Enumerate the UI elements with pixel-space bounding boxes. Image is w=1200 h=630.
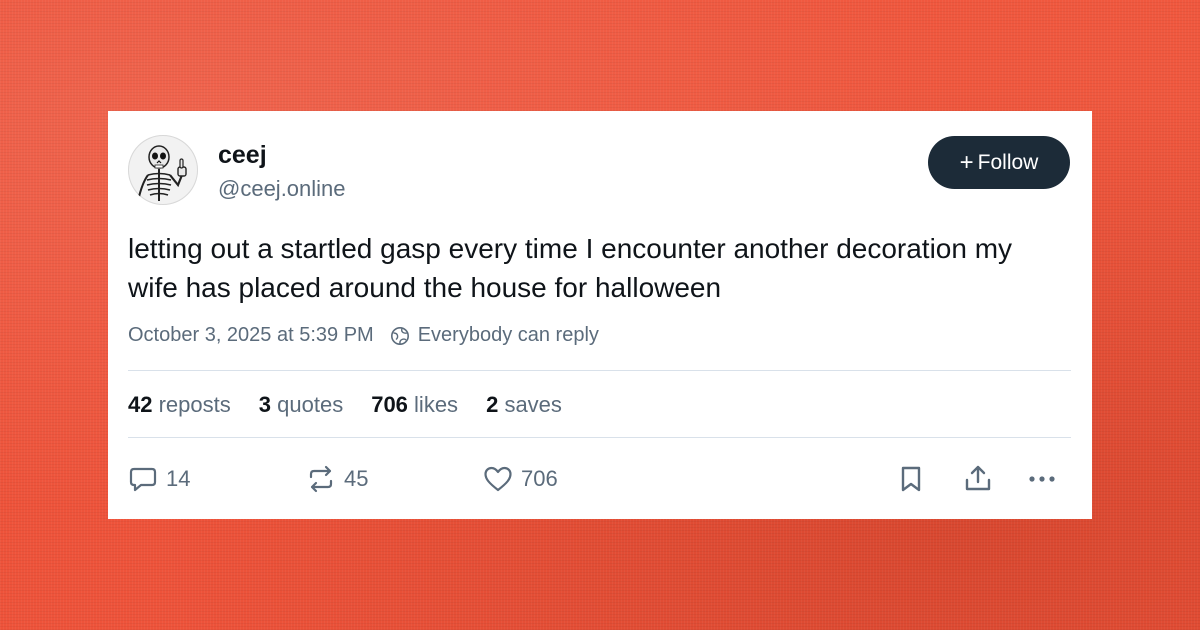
follow-button[interactable]: + Follow: [928, 136, 1070, 189]
post-meta: October 3, 2025 at 5:39 PM Everybody can…: [128, 324, 599, 347]
user-handle[interactable]: @ceej.online: [218, 176, 346, 202]
globe-icon: [390, 326, 409, 345]
divider: [128, 370, 1071, 371]
reply-button[interactable]: 14: [128, 464, 190, 494]
skeleton-avatar-icon: [137, 145, 187, 202]
reply-icon: [129, 467, 157, 492]
post-text: letting out a startled gasp every time I…: [128, 233, 1013, 303]
reply-count: 14: [166, 466, 191, 491]
avatar[interactable]: [128, 135, 198, 205]
share-icon: [965, 465, 991, 491]
engagement-stats: 42 reposts 3 quotes 706 likes 2 saves: [128, 392, 562, 418]
quotes-stat[interactable]: 3 quotes: [259, 392, 343, 418]
like-icon: [484, 466, 512, 492]
like-button[interactable]: 706: [483, 464, 558, 494]
saves-stat[interactable]: 2 saves: [486, 392, 562, 418]
saves-label: saves: [504, 392, 562, 417]
more-icon: [1029, 476, 1055, 482]
post-timestamp[interactable]: October 3, 2025 at 5:39 PM: [128, 324, 374, 347]
reposts-stat[interactable]: 42 reposts: [128, 392, 231, 418]
bookmark-button[interactable]: [896, 464, 926, 499]
bookmark-icon: [901, 466, 921, 492]
reposts-count: 42: [128, 392, 153, 417]
like-count: 706: [521, 466, 558, 491]
reposts-label: reposts: [158, 392, 231, 417]
quotes-count: 3: [258, 392, 272, 417]
share-button[interactable]: [963, 464, 993, 499]
repost-icon: [309, 465, 333, 493]
reply-setting: Everybody can reply: [417, 324, 599, 346]
more-button[interactable]: [1026, 464, 1058, 499]
saves-count: 2: [486, 392, 499, 417]
display-name[interactable]: ceej: [218, 141, 267, 170]
quotes-label: quotes: [277, 392, 344, 417]
repost-count: 45: [344, 466, 369, 491]
plus-icon: +: [959, 148, 974, 176]
post-card: ceej @ceej.online + Follow letting out a…: [108, 111, 1092, 519]
divider: [128, 437, 1071, 438]
follow-label: Follow: [977, 150, 1039, 174]
likes-count: 706: [371, 392, 408, 417]
likes-label: likes: [414, 392, 459, 417]
likes-stat[interactable]: 706 likes: [371, 392, 458, 418]
repost-button[interactable]: 45: [306, 464, 368, 494]
